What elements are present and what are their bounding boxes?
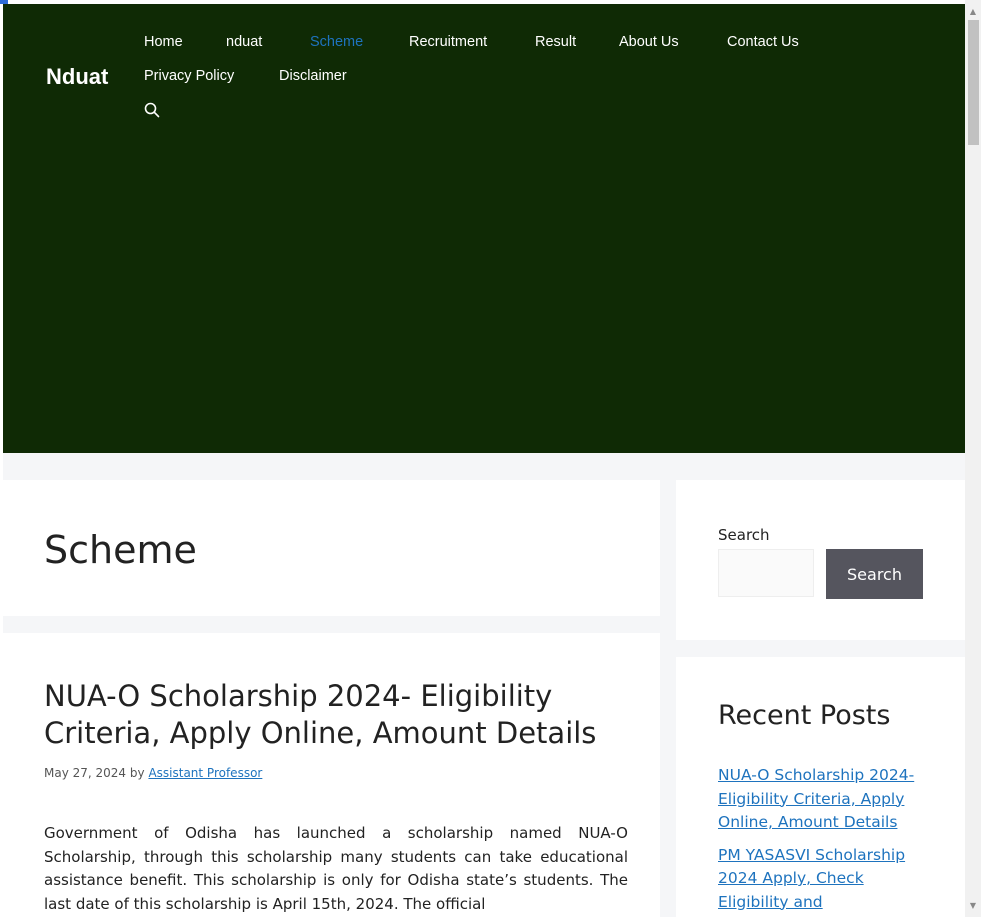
nav-item-recruitment[interactable]: Recruitment xyxy=(409,34,487,50)
list-item: PM YASASVI Scholarship 2024 Apply, Check… xyxy=(718,844,933,915)
recent-posts-title: Recent Posts xyxy=(718,700,891,731)
recent-post-link[interactable]: NUA-O Scholarship 2024- Eligibility Crit… xyxy=(718,766,914,831)
post-meta: May 27, 2024 by Assistant Professor xyxy=(44,766,262,780)
nav-item-contact-us[interactable]: Contact Us xyxy=(727,34,799,50)
post-author-link[interactable]: Assistant Professor xyxy=(148,766,262,780)
scrollbar[interactable]: ▲ ▼ xyxy=(965,0,981,917)
nav-item-scheme[interactable]: Scheme xyxy=(310,34,363,50)
post-excerpt: Government of Odisha has launched a scho… xyxy=(44,824,628,913)
site-logo[interactable]: Nduat xyxy=(46,64,108,90)
nav-item-result[interactable]: Result xyxy=(535,34,576,50)
search-icon[interactable] xyxy=(144,102,160,118)
list-item: NUA-O Scholarship 2024- Eligibility Crit… xyxy=(718,764,933,835)
scrollbar-thumb[interactable] xyxy=(968,20,979,145)
scroll-up-arrow-icon[interactable]: ▲ xyxy=(965,4,981,20)
post-title[interactable]: NUA-O Scholarship 2024- Eligibility Crit… xyxy=(44,678,634,752)
nav-item-disclaimer[interactable]: Disclaimer xyxy=(279,68,347,84)
recent-post-link[interactable]: PM YASASVI Scholarship 2024 Apply, Check… xyxy=(718,846,905,911)
search-widget-label: Search xyxy=(718,526,770,544)
scroll-down-arrow-icon[interactable]: ▼ xyxy=(965,898,981,914)
nav-item-nduat[interactable]: nduat xyxy=(226,34,262,50)
post-by: by xyxy=(129,766,145,780)
nav-item-privacy-policy[interactable]: Privacy Policy xyxy=(144,68,234,84)
search-button[interactable]: Search xyxy=(826,549,923,599)
nav-item-about-us[interactable]: About Us xyxy=(619,34,679,50)
recent-posts-list: NUA-O Scholarship 2024- Eligibility Crit… xyxy=(718,764,933,923)
search-input[interactable] xyxy=(718,549,814,597)
page-title: Scheme xyxy=(44,528,197,572)
nav-item-home[interactable]: Home xyxy=(144,34,183,50)
post-date: May 27, 2024 xyxy=(44,766,127,780)
site-header: Nduat Home nduat Scheme Recruitment Resu… xyxy=(3,4,965,453)
